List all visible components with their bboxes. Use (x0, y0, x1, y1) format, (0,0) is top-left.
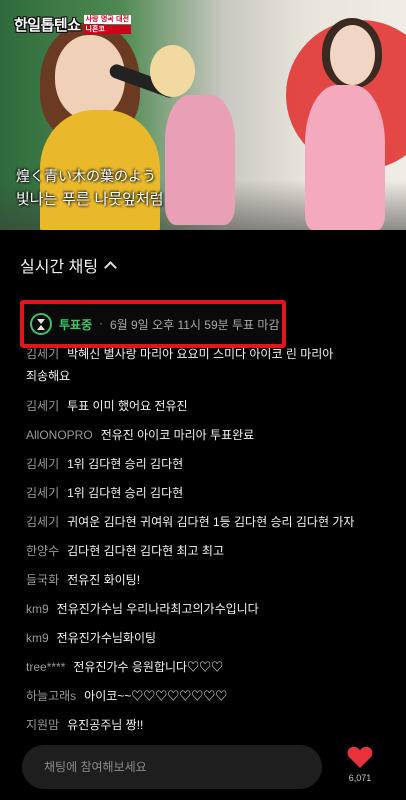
chat-text: 전유진가수 응원합니다♡♡♡ (73, 660, 224, 674)
chat-nickname: 김세기 (26, 347, 60, 361)
performer-3-head (330, 25, 375, 85)
chat-text: 전유진 아이코 마리아 투표완료 (100, 428, 255, 442)
performer-2-dress (165, 95, 235, 225)
like-count: 6,071 (348, 773, 372, 783)
heart-icon (347, 746, 373, 768)
chat-header-toggle[interactable]: 실시간 채팅 (20, 253, 117, 277)
subtitle-korean: 빛나는 푸른 나뭇잎처럼 (16, 190, 164, 208)
chat-text: 박혜신 별사랑 마리아 요요미 스미다 아이코 린 마리아 (67, 347, 334, 361)
subtitle-japanese: 煌く青い木の葉のよう (16, 169, 156, 185)
chat-text: 귀여운 김다현 귀여워 김다현 1등 김다현 승리 김다현 가자 (67, 515, 355, 529)
vote-separator: · (99, 317, 103, 331)
chat-nickname: 김세기 (26, 486, 60, 500)
chat-message: 김세기 박혜신 별사랑 마리아 요요미 스미다 아이코 린 마리아 (26, 344, 333, 364)
video-player[interactable]: 한일톱텐쇼 사랑 명곡 대전 니혼코 煌く青い木の葉のよう 빛나는 푸른 나뭇잎… (0, 0, 406, 230)
vote-status-banner[interactable]: 투표중 · 6월 9일 오후 11시 59분 투표 마감 (20, 300, 286, 348)
chat-text: 전유진 화이팅! (67, 573, 141, 587)
chat-text: 유진공주님 짱!! (67, 718, 144, 732)
chat-text: 김다현 김다현 김다현 최고 최고 (67, 544, 224, 558)
chat-nickname: 김세기 (26, 399, 60, 413)
chat-message: 들국화 전유진 화이팅! (26, 570, 140, 590)
chat-text: 전유진가수님화이팅 (56, 631, 157, 645)
chat-text: 전유진가수님 우리나라최고의가수입니다 (56, 602, 259, 616)
performer-3-dress (305, 85, 385, 230)
chat-message: 한양수 김다현 김다현 김다현 최고 최고 (26, 541, 224, 561)
chat-message: 김세기 귀여운 김다현 귀여워 김다현 1등 김다현 승리 김다현 가자 (26, 512, 354, 532)
logo-subtitle: 사랑 명곡 대전 (83, 15, 132, 24)
chat-message: km9 전유진가수님화이팅 (26, 628, 156, 648)
chat-message: AllONOPRO 전유진 아이코 마리아 투표완료 (26, 425, 254, 445)
chat-text: 아이코~~♡♡♡♡♡♡♡♡ (84, 689, 228, 703)
chat-nickname: 김세기 (26, 457, 60, 471)
chat-text: 1위 김다현 승리 김다현 (67, 486, 184, 500)
chat-message: km9 전유진가수님 우리나라최고의가수입니다 (26, 599, 259, 619)
chat-nickname: km9 (26, 602, 49, 616)
vote-status-label: 투표중 (59, 317, 93, 332)
chat-title: 실시간 채팅 (20, 259, 99, 276)
chat-message: 김세기 1위 김다현 승리 김다현 (26, 454, 183, 474)
chat-nickname: 들국화 (26, 573, 60, 587)
chat-nickname: 김세기 (26, 515, 60, 529)
chat-nickname: km9 (26, 631, 49, 645)
hourglass-icon (30, 313, 52, 335)
chat-nickname: tree**** (26, 660, 66, 674)
chat-nickname: 지원맘 (26, 718, 60, 732)
performer-2-head (150, 45, 195, 97)
chat-message: 김세기 투표 이미 했어요 전유진 (26, 396, 188, 416)
chat-message: 김세기 1위 김다현 승리 김다현 (26, 483, 183, 503)
chat-message: tree**** 전유진가수 응원합니다♡♡♡ (26, 657, 223, 677)
show-logo: 한일톱텐쇼 사랑 명곡 대전 니혼코 (14, 14, 132, 35)
logo-tag: 니혼코 (83, 25, 132, 34)
chat-message-continued: 죄송해요 (26, 369, 71, 383)
chat-message: 지원맘 유진공주님 짱!! (26, 715, 143, 735)
vote-deadline: 6월 9일 오후 11시 59분 투표 마감 (109, 317, 280, 332)
chat-nickname: 한양수 (26, 544, 60, 558)
like-button[interactable]: 6,071 (340, 745, 380, 793)
chevron-up-icon (104, 261, 117, 274)
logo-title: 한일톱텐쇼 (14, 16, 81, 34)
chat-text: 1위 김다현 승리 김다현 (67, 457, 184, 471)
chat-input[interactable] (22, 745, 322, 789)
chat-nickname: 하늘고래s (26, 689, 77, 703)
chat-message: 하늘고래s 아이코~~♡♡♡♡♡♡♡♡ (26, 686, 227, 706)
logo-badges: 사랑 명곡 대전 니혼코 (83, 15, 132, 34)
chat-nickname: AllONOPRO (26, 428, 93, 442)
chat-text: 투표 이미 했어요 전유진 (67, 399, 188, 413)
